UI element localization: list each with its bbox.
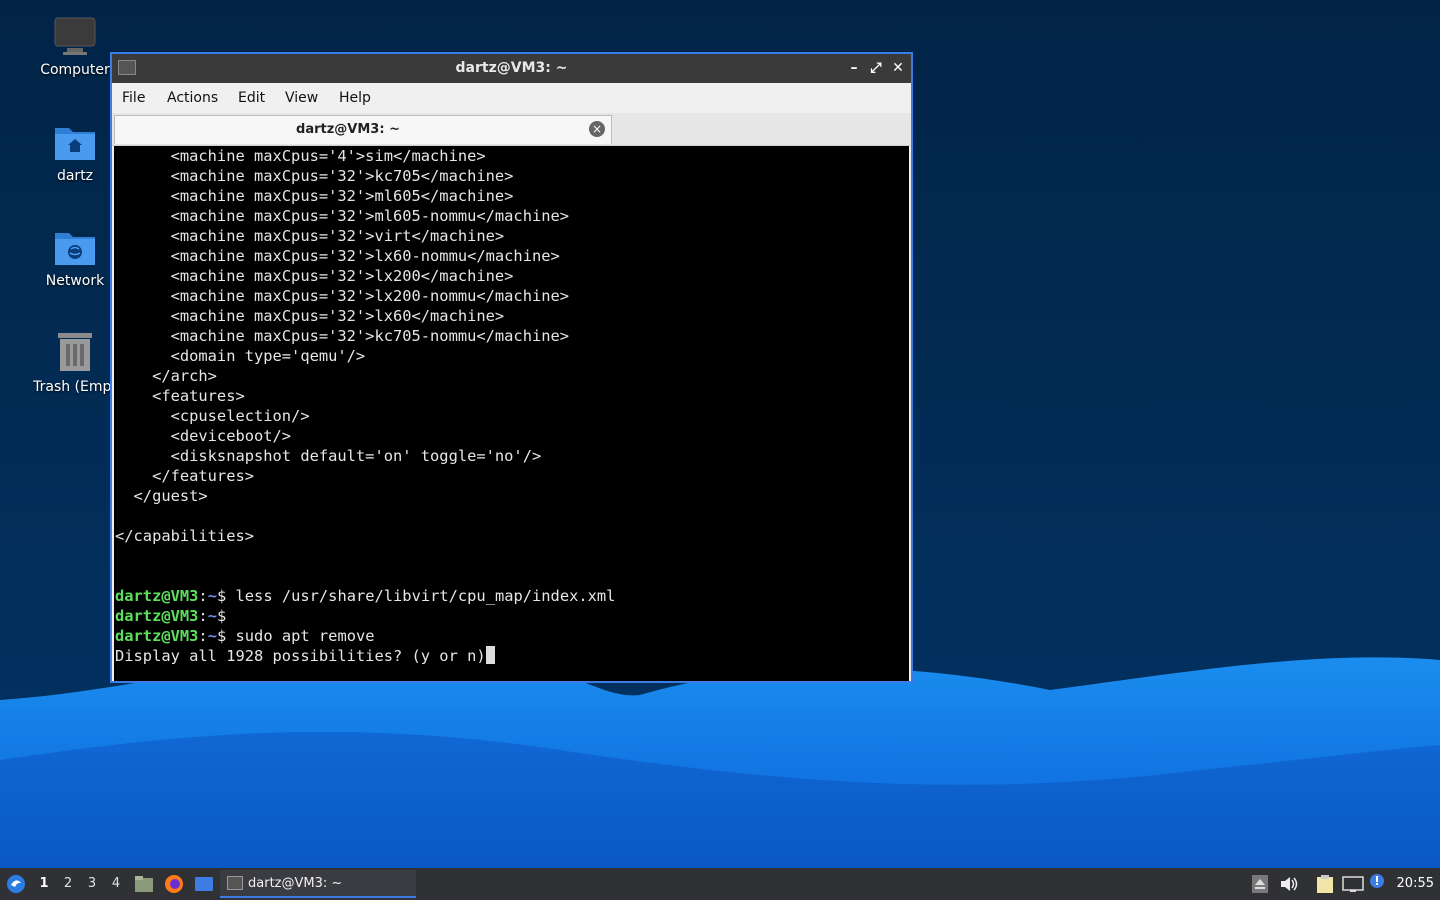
window-titlebar[interactable]: dartz@VM3: ~ – ⤢ ✕ bbox=[112, 54, 911, 83]
terminal-line: <machine maxCpus='32'>kc705-nommu</machi… bbox=[115, 327, 570, 345]
prompt-dollar: $ bbox=[216, 627, 227, 645]
terminal-window: dartz@VM3: ~ – ⤢ ✕ File Actions Edit Vie… bbox=[110, 52, 913, 683]
prompt-line: dartz@VM3:~$ less /usr/share/libvirt/cpu… bbox=[114, 586, 909, 606]
tab-bar: dartz@VM3: ~ × bbox=[112, 113, 911, 146]
terminal-line: <machine maxCpus='32'>kc705</machine> bbox=[115, 167, 514, 185]
prompt-separator: : bbox=[198, 587, 208, 605]
desktop-icon-label: Trash (Empt bbox=[33, 379, 117, 395]
network-folder-icon bbox=[55, 233, 95, 265]
prompt-user: dartz@VM3 bbox=[115, 607, 199, 625]
trash-icon bbox=[58, 333, 92, 371]
prompt-line: dartz@VM3:~$ sudo apt remove bbox=[114, 626, 909, 646]
terminal-line: <domain type='qemu'/> bbox=[115, 347, 366, 365]
command-text: sudo apt remove bbox=[226, 627, 375, 645]
terminal-line: <machine maxCpus='32'>lx60-nommu</machin… bbox=[115, 247, 560, 265]
show-desktop-icon[interactable] bbox=[194, 875, 214, 893]
terminal-line: </capabilities> bbox=[115, 527, 254, 545]
terminal-line: <machine maxCpus='32'>lx60</machine> bbox=[115, 307, 505, 325]
firefox-icon[interactable] bbox=[164, 874, 184, 894]
eject-icon[interactable] bbox=[1252, 875, 1268, 893]
prompt-path: ~ bbox=[207, 607, 217, 625]
menu-help[interactable]: Help bbox=[339, 90, 371, 106]
workspace-3[interactable]: 3 bbox=[84, 876, 100, 891]
menu-actions[interactable]: Actions bbox=[167, 90, 218, 106]
terminal-line: <machine maxCpus='32'>ml605-nommu</machi… bbox=[115, 207, 570, 225]
terminal-line: <machine maxCpus='32'>lx200</machine> bbox=[115, 267, 514, 285]
start-menu-icon[interactable] bbox=[6, 874, 26, 894]
completion-query: Display all 1928 possibilities? (y or n) bbox=[115, 647, 486, 665]
menu-edit[interactable]: Edit bbox=[238, 90, 265, 106]
terminal-history: <machine maxCpus='4'>sim</machine> <mach… bbox=[114, 146, 909, 586]
terminal-line: <deviceboot/> bbox=[115, 427, 292, 445]
tab-close-icon[interactable]: × bbox=[589, 121, 605, 137]
menu-view[interactable]: View bbox=[285, 90, 318, 106]
volume-icon[interactable] bbox=[1279, 875, 1299, 893]
desktop-icon-label: Network bbox=[45, 273, 105, 289]
workspace-2[interactable]: 2 bbox=[60, 876, 76, 891]
taskbar: 1 2 3 4 dartz@VM3: ~ 20:55 bbox=[0, 868, 1440, 900]
terminal-line: <machine maxCpus='32'>lx200-nommu</machi… bbox=[115, 287, 570, 305]
close-button[interactable]: ✕ bbox=[889, 58, 907, 78]
prompt-dollar: $ bbox=[216, 587, 227, 605]
command-text: less /usr/share/libvirt/cpu_map/index.xm… bbox=[226, 587, 616, 605]
clipboard-icon[interactable] bbox=[1315, 874, 1337, 894]
tab-terminal[interactable]: dartz@VM3: ~ × bbox=[114, 115, 612, 144]
prompt-path: ~ bbox=[207, 587, 217, 605]
taskbar-item-label: dartz@VM3: ~ bbox=[248, 876, 343, 891]
prompt-line: dartz@VM3:~$ bbox=[114, 606, 909, 626]
tab-label: dartz@VM3: ~ bbox=[296, 122, 400, 137]
terminal-line: <machine maxCpus='32'>virt</machine> bbox=[115, 227, 505, 245]
terminal-line: </arch> bbox=[115, 367, 217, 385]
minimize-button[interactable]: – bbox=[845, 58, 863, 78]
terminal-line: <machine maxCpus='4'>sim</machine> bbox=[115, 147, 486, 165]
text-cursor bbox=[485, 646, 495, 664]
completion-query-line: Display all 1928 possibilities? (y or n) bbox=[114, 646, 909, 666]
update-notification-icon[interactable] bbox=[1369, 873, 1385, 889]
window-title: dartz@VM3: ~ bbox=[455, 60, 568, 76]
prompt-separator: : bbox=[198, 627, 208, 645]
terminal-line: <disksnapshot default='on' toggle='no'/> bbox=[115, 447, 542, 465]
terminal-line: <features> bbox=[115, 387, 245, 405]
prompt-dollar: $ bbox=[216, 607, 227, 625]
clock[interactable]: 20:55 bbox=[1397, 876, 1434, 891]
terminal-line: <machine maxCpus='32'>ml605</machine> bbox=[115, 187, 514, 205]
workspace-4[interactable]: 4 bbox=[108, 876, 124, 891]
terminal-output[interactable]: <machine maxCpus='4'>sim</machine> <mach… bbox=[114, 146, 909, 681]
prompt-separator: : bbox=[198, 607, 208, 625]
home-folder-icon bbox=[55, 128, 95, 160]
taskbar-item-terminal[interactable]: dartz@VM3: ~ bbox=[220, 870, 416, 898]
terminal-line: </features> bbox=[115, 467, 254, 485]
desktop-icon-label: dartz bbox=[56, 168, 94, 184]
prompt-user: dartz@VM3 bbox=[115, 627, 199, 645]
terminal-line: </guest> bbox=[115, 487, 208, 505]
terminal-task-icon bbox=[227, 876, 243, 890]
prompt-path: ~ bbox=[207, 627, 217, 645]
workspace-1[interactable]: 1 bbox=[36, 876, 52, 891]
file-manager-icon[interactable] bbox=[134, 875, 154, 893]
network-status-icon[interactable] bbox=[1342, 875, 1364, 893]
prompt-user: dartz@VM3 bbox=[115, 587, 199, 605]
terminal-line: <cpuselection/> bbox=[115, 407, 310, 425]
menu-bar: File Actions Edit View Help bbox=[112, 83, 911, 113]
desktop-icon-label: Computer bbox=[40, 62, 110, 78]
maximize-button[interactable]: ⤢ bbox=[867, 58, 885, 78]
menu-file[interactable]: File bbox=[122, 90, 145, 106]
computer-icon bbox=[54, 17, 96, 55]
